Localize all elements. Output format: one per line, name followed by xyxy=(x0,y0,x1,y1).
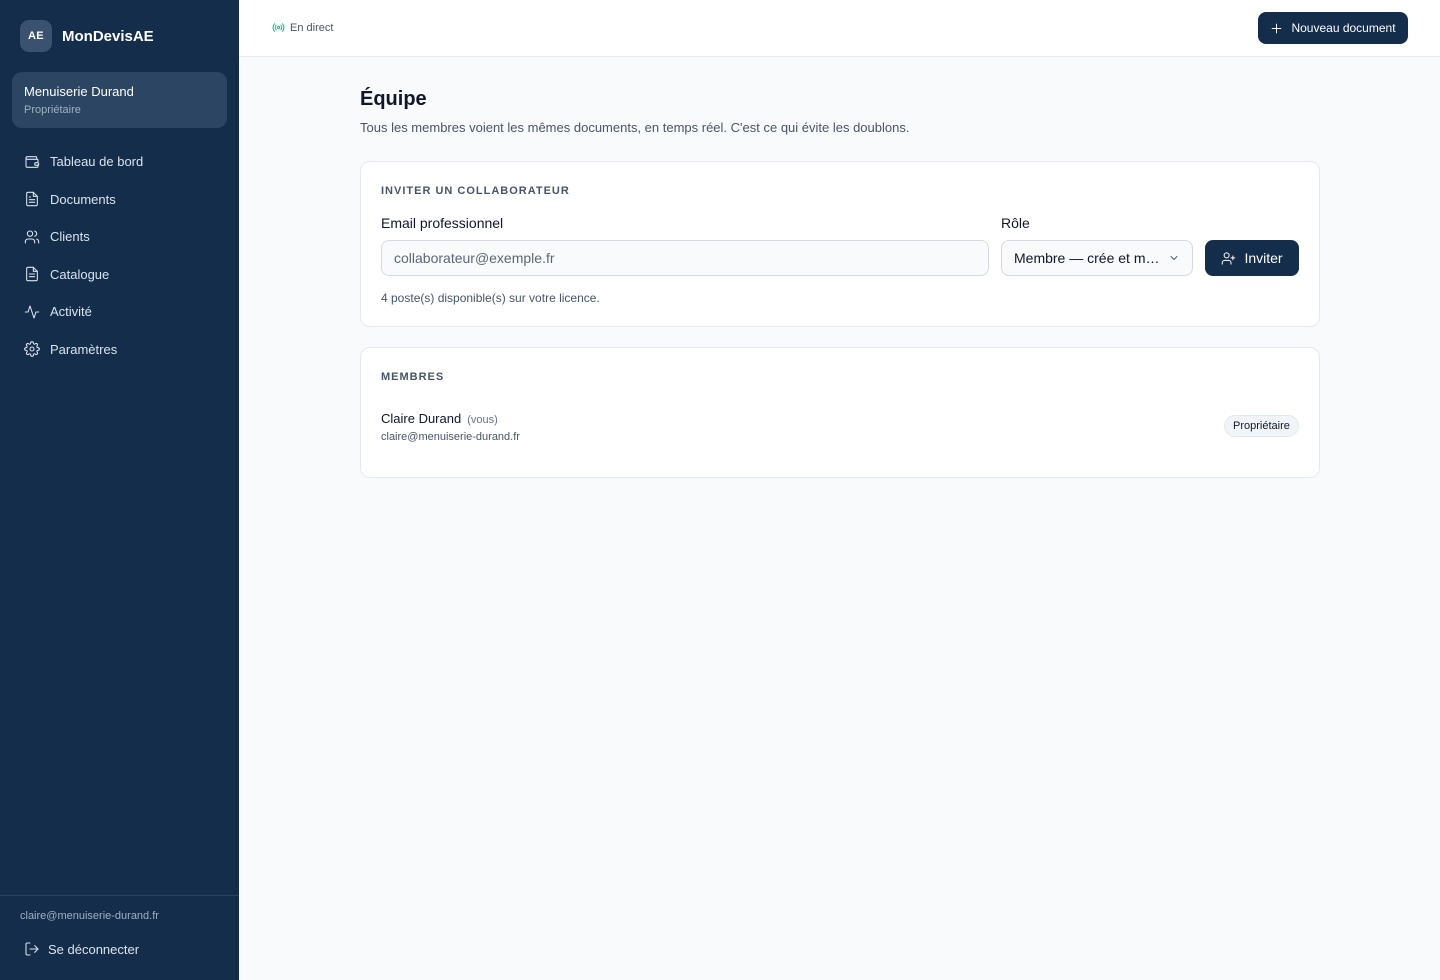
sidebar: AE MonDevisAE Menuiserie Durand Propriét… xyxy=(0,0,239,980)
role-selected-value: Membre — crée et modifie xyxy=(1014,250,1162,266)
file-text-icon xyxy=(26,192,38,207)
brand-name: MonDevisAE xyxy=(62,27,154,45)
role-select[interactable]: Membre — crée et modifie xyxy=(1001,240,1193,276)
brand[interactable]: AE MonDevisAE xyxy=(20,20,154,52)
sidebar-item-label: Activité xyxy=(50,304,92,320)
live-indicator: En direct xyxy=(272,21,333,34)
sidebar-nav: Tableau de bord Documents Clients Catalo… xyxy=(12,143,227,368)
page-title: Équipe xyxy=(360,88,427,110)
member-name: Claire Durand xyxy=(381,411,462,426)
sidebar-item-label: Paramètres xyxy=(50,341,118,357)
user-plus-icon xyxy=(1222,251,1236,265)
members-section-title: MEMBRES xyxy=(381,371,445,383)
wallet-icon xyxy=(25,155,40,168)
invite-section-title: INVITER UN COLLABORATEUR xyxy=(381,185,570,197)
activity-icon xyxy=(24,305,40,319)
sidebar-item-label: Documents xyxy=(50,191,116,207)
member-name-line: Claire Durand (vous) xyxy=(381,411,498,426)
logout-button[interactable]: Se déconnecter xyxy=(24,941,139,957)
page-subtitle: Tous les membres voient les mêmes docume… xyxy=(360,120,910,135)
role-label: Rôle xyxy=(1001,215,1030,231)
organization-switcher[interactable]: Menuiserie Durand Propriétaire xyxy=(12,72,227,128)
plus-icon xyxy=(1272,23,1282,33)
new-document-label: Nouveau document xyxy=(1291,21,1396,35)
invite-button-label: Inviter xyxy=(1244,250,1283,266)
gear-icon xyxy=(24,341,40,358)
member-role-badge: Propriétaire xyxy=(1224,415,1299,437)
seats-info: 4 poste(s) disponible(s) sur votre licen… xyxy=(381,291,600,305)
invite-card: INVITER UN COLLABORATEUR Email professio… xyxy=(360,161,1320,327)
file-list-icon xyxy=(26,267,38,282)
sidebar-item-dashboard[interactable]: Tableau de bord xyxy=(12,143,227,181)
email-input[interactable] xyxy=(381,240,989,276)
organization-name: Menuiserie Durand xyxy=(24,84,134,99)
email-label: Email professionnel xyxy=(381,215,504,231)
sidebar-item-documents[interactable]: Documents xyxy=(12,181,227,219)
member-email: claire@menuiserie-durand.fr xyxy=(381,431,520,443)
brand-badge: AE xyxy=(20,20,52,52)
member-you-tag: (vous) xyxy=(467,414,498,426)
topbar: En direct Nouveau document xyxy=(239,0,1440,57)
sidebar-item-settings[interactable]: Paramètres xyxy=(12,331,227,369)
sidebar-item-label: Catalogue xyxy=(50,266,110,282)
current-user-email: claire@menuiserie-durand.fr xyxy=(20,910,159,922)
members-card: MEMBRES Claire Durand (vous) claire@menui… xyxy=(360,347,1320,478)
sidebar-item-activity[interactable]: Activité xyxy=(12,293,227,331)
logout-icon xyxy=(25,942,39,956)
sidebar-item-label: Clients xyxy=(50,229,90,245)
radio-signal-icon xyxy=(272,23,285,32)
sidebar-item-catalogue[interactable]: Catalogue xyxy=(12,256,227,294)
sidebar-item-label: Tableau de bord xyxy=(50,154,144,170)
users-icon xyxy=(24,230,40,244)
sidebar-item-clients[interactable]: Clients xyxy=(12,218,227,256)
sidebar-footer: claire@menuiserie-durand.fr Se déconnect… xyxy=(0,895,239,957)
live-label: En direct xyxy=(290,21,334,34)
organization-role: Propriétaire xyxy=(24,104,81,116)
invite-button[interactable]: Inviter xyxy=(1205,240,1299,276)
logout-label: Se déconnecter xyxy=(48,941,140,957)
new-document-button[interactable]: Nouveau document xyxy=(1258,12,1408,44)
chevron-down-icon xyxy=(1170,256,1178,260)
